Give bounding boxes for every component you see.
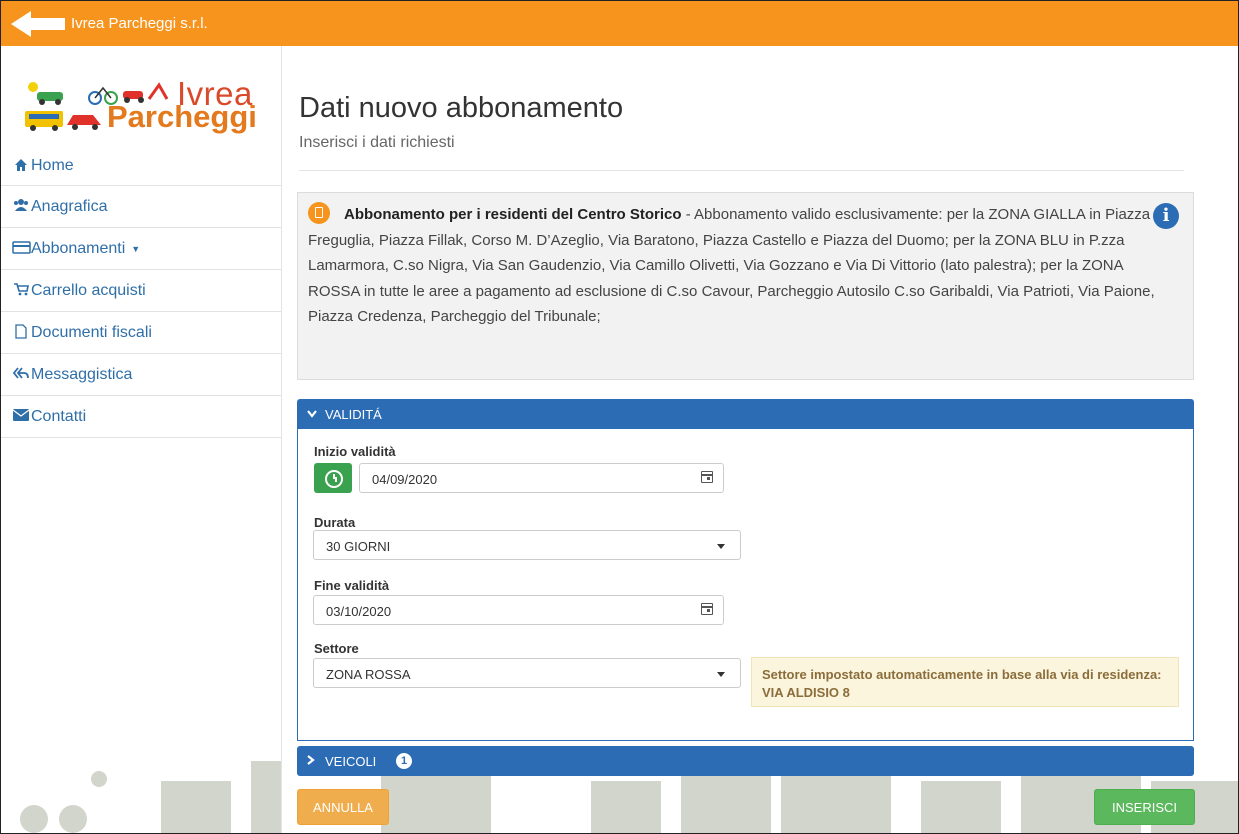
calendar-icon[interactable]: [701, 471, 713, 483]
sidebar-item-label: Abbonamenti: [31, 239, 126, 257]
page-title: Dati nuovo abbonamento: [299, 92, 624, 124]
chevron-down-icon: [307, 407, 317, 421]
durata-value: 30 GIORNI: [326, 539, 391, 554]
settore-label: Settore: [314, 641, 359, 656]
sidebar: Ivrea Parcheggi Home Anagrafica Abboname…: [1, 46, 282, 833]
sidebar-item-home[interactable]: Home: [1, 146, 281, 186]
divider: [299, 170, 1184, 171]
settore-select[interactable]: ZONA ROSSA: [313, 658, 741, 688]
home-icon: [13, 158, 29, 174]
chevron-right-icon: [307, 754, 315, 768]
sidebar-item-label: Contatti: [31, 407, 87, 425]
caret-down-icon: [717, 544, 725, 549]
fine-validita-value: 03/10/2020: [326, 604, 392, 619]
validita-panel-header[interactable]: VALIDITÁ: [297, 399, 1194, 429]
settore-value: ZONA ROSSA: [326, 667, 411, 682]
sidebar-item-documenti[interactable]: Documenti fiscali: [1, 312, 281, 354]
fine-validita-label: Fine validità: [314, 578, 390, 593]
durata-select[interactable]: 30 GIORNI: [313, 530, 741, 560]
durata-label: Durata: [314, 515, 356, 530]
caret-down-icon: ▼: [131, 243, 141, 254]
insert-button[interactable]: INSERISCI: [1094, 789, 1195, 825]
sidebar-item-label: Carrello acquisti: [31, 281, 146, 299]
inizio-validita-label: Inizio validità: [314, 444, 396, 459]
sidebar-nav: Home Anagrafica Abbonamenti ▼ Carrello a…: [1, 146, 281, 438]
calendar-icon[interactable]: [701, 603, 713, 615]
info-heading: Abbonamento per i residenti del Centro S…: [344, 206, 682, 223]
panel-title: VEICOLI: [325, 754, 377, 769]
file-icon: [13, 324, 29, 340]
sidebar-item-messaggistica[interactable]: Messaggistica: [1, 354, 281, 396]
users-icon: [13, 198, 29, 214]
card-icon: [12, 240, 31, 256]
envelope-icon: [12, 408, 30, 424]
sidebar-item-carrello[interactable]: Carrello acquisti: [1, 270, 281, 312]
info-icon[interactable]: i: [1153, 203, 1179, 229]
reply-all-icon: [12, 366, 29, 382]
info-text: - Abbonamento valido esclusivamente: per…: [308, 206, 1155, 325]
panel-title: VALIDITÁ: [325, 407, 382, 422]
logo[interactable]: Ivrea Parcheggi: [19, 75, 269, 139]
inizio-validita-input[interactable]: 04/09/2020: [359, 463, 724, 493]
sidebar-item-label: Anagrafica: [31, 197, 108, 215]
inizio-validita-value: 04/09/2020: [372, 472, 438, 487]
sidebar-item-abbonamenti[interactable]: Abbonamenti ▼: [1, 228, 281, 270]
app-title: Ivrea Parcheggi s.r.l.: [71, 15, 208, 32]
caret-down-icon: [717, 672, 725, 677]
clock-button[interactable]: [314, 463, 352, 493]
info-alert: Abbonamento per i residenti del Centro S…: [297, 192, 1194, 380]
sidebar-item-anagrafica[interactable]: Anagrafica: [1, 186, 281, 228]
page-subtitle: Inserisci i dati richiesti: [299, 134, 455, 151]
sidebar-item-label: Documenti fiscali: [31, 323, 152, 341]
settore-hint: Settore impostato automaticamente in bas…: [751, 657, 1179, 707]
vehicle-count-badge: 1: [396, 753, 412, 769]
main-content: Dati nuovo abbonamento Inserisci i dati …: [281, 46, 1238, 833]
fine-validita-input[interactable]: 03/10/2020: [313, 595, 724, 625]
top-bar: Ivrea Parcheggi s.r.l.: [1, 1, 1238, 46]
sidebar-item-label: Home: [31, 156, 74, 174]
back-arrow-icon[interactable]: [9, 9, 67, 39]
app-window: Ivrea Parcheggi s.r.l. Ivrea Parcheggi H…: [0, 0, 1239, 834]
logo-text-parcheggi: Parcheggi: [107, 99, 257, 134]
cart-icon: [13, 282, 29, 298]
cancel-button[interactable]: ANNULLA: [297, 789, 389, 825]
sidebar-item-contatti[interactable]: Contatti: [1, 396, 281, 438]
sidebar-item-label: Messaggistica: [31, 365, 133, 383]
veicoli-panel-header[interactable]: VEICOLI 1: [297, 746, 1194, 776]
document-icon: [308, 202, 330, 225]
clock-icon: [325, 470, 343, 488]
